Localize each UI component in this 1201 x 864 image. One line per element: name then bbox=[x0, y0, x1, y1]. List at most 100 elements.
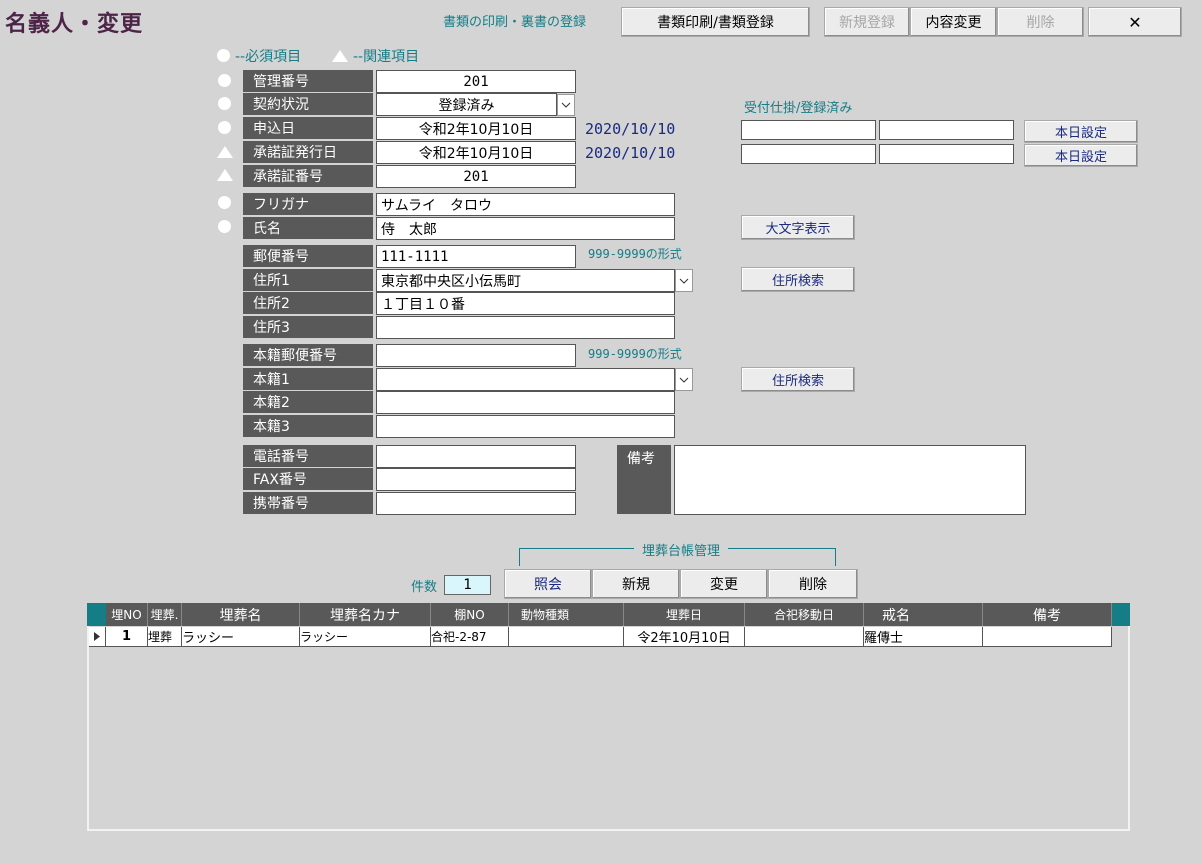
table-cell[interactable] bbox=[983, 627, 1112, 647]
phone-label: 電話番号 bbox=[243, 445, 373, 468]
address2-label: 住所2 bbox=[243, 292, 373, 315]
domicile-postal-field[interactable] bbox=[376, 344, 576, 367]
table-cell[interactable]: 合祀-2-87 bbox=[431, 627, 509, 647]
approval-no-field[interactable]: 201 bbox=[376, 165, 576, 188]
contract-status-dropdown[interactable] bbox=[557, 94, 575, 116]
row-selector[interactable] bbox=[89, 627, 106, 647]
large-text-button[interactable]: 大文字表示 bbox=[741, 215, 855, 240]
related-marker-icon bbox=[332, 50, 348, 62]
address1-dropdown[interactable] bbox=[675, 269, 693, 292]
close-icon: ✕ bbox=[1128, 12, 1142, 32]
management-no-field[interactable]: 201 bbox=[376, 70, 576, 93]
address-search-button-1[interactable]: 住所検索 bbox=[741, 267, 855, 292]
related-marker-icon bbox=[217, 146, 233, 158]
table-cell[interactable]: 羅傳士 bbox=[864, 627, 983, 647]
legend-required: --必須項目 bbox=[235, 49, 302, 65]
domicile2-field[interactable] bbox=[376, 391, 675, 414]
legend-related: --関連項目 bbox=[353, 49, 420, 65]
table-cell[interactable] bbox=[745, 627, 864, 647]
approval-issue-date-label: 承諾証発行日 bbox=[243, 141, 373, 164]
chevron-down-icon bbox=[679, 377, 689, 383]
col-header[interactable]: 埋NO bbox=[106, 603, 148, 626]
count-label: 件数 bbox=[411, 580, 438, 595]
required-marker-icon bbox=[218, 97, 231, 110]
table-cell[interactable]: 令2年10月10日 bbox=[624, 627, 745, 647]
fax-label: FAX番号 bbox=[243, 468, 373, 491]
domicile3-field[interactable] bbox=[376, 415, 675, 438]
domicile-postal-label: 本籍郵便番号 bbox=[243, 344, 373, 367]
print-caption: 書類の印刷・裏書の登録 bbox=[443, 15, 587, 30]
name-field[interactable]: 侍 太郎 bbox=[376, 217, 675, 240]
mobile-field[interactable] bbox=[376, 492, 576, 515]
address2-field[interactable]: １丁目１０番 bbox=[376, 292, 675, 315]
fax-field[interactable] bbox=[376, 468, 576, 491]
address-search-button-2[interactable]: 住所検索 bbox=[741, 367, 855, 392]
address3-field[interactable] bbox=[376, 316, 675, 339]
table-cell[interactable]: 1 bbox=[106, 627, 148, 647]
phone-field[interactable] bbox=[376, 445, 576, 468]
domicile2-label: 本籍2 bbox=[243, 391, 373, 414]
col-header[interactable]: 戒名 bbox=[864, 603, 983, 626]
burial-delete-button[interactable]: 削除 bbox=[768, 569, 858, 599]
grid-corner bbox=[87, 603, 106, 626]
contract-status-select[interactable]: 登録済み bbox=[376, 93, 557, 116]
approval-no-label: 承諾証番号 bbox=[243, 165, 373, 188]
application-status-field-2[interactable] bbox=[879, 120, 1014, 140]
management-no-label: 管理番号 bbox=[243, 70, 373, 93]
approval-status-field-1[interactable] bbox=[741, 144, 876, 164]
close-button[interactable]: ✕ bbox=[1088, 7, 1182, 37]
furigana-label: フリガナ bbox=[243, 193, 373, 216]
mobile-label: 携帯番号 bbox=[243, 492, 373, 515]
table-cell[interactable] bbox=[509, 627, 624, 647]
address1-field[interactable]: 東京都中央区小伝馬町 bbox=[376, 269, 675, 292]
new-register-button[interactable]: 新規登録 bbox=[824, 7, 910, 37]
table-cell[interactable]: ラッシー bbox=[182, 627, 300, 647]
required-marker-icon bbox=[218, 220, 231, 233]
edit-content-button[interactable]: 内容変更 bbox=[910, 7, 997, 37]
burial-edit-button[interactable]: 変更 bbox=[680, 569, 768, 599]
today-set-button-1[interactable]: 本日設定 bbox=[1024, 120, 1138, 143]
name-label: 氏名 bbox=[243, 217, 373, 240]
col-header[interactable]: 埋葬名カナ bbox=[300, 603, 431, 626]
col-header[interactable]: 棚NO bbox=[431, 603, 509, 626]
today-set-button-2[interactable]: 本日設定 bbox=[1024, 144, 1138, 167]
col-header[interactable]: 埋葬日 bbox=[624, 603, 745, 626]
col-header[interactable]: 埋葬名 bbox=[182, 603, 300, 626]
required-marker-icon bbox=[218, 121, 231, 134]
related-marker-icon bbox=[217, 169, 233, 181]
application-date-western: 2020/10/10 bbox=[585, 120, 676, 138]
domicile3-label: 本籍3 bbox=[243, 415, 373, 438]
domicile1-field[interactable] bbox=[376, 368, 675, 391]
domicile1-dropdown[interactable] bbox=[675, 368, 693, 391]
col-header[interactable]: 備考 bbox=[983, 603, 1112, 626]
required-marker-icon bbox=[218, 74, 231, 87]
inquiry-button[interactable]: 照会 bbox=[504, 569, 592, 599]
domicile-postal-hint: 999-9999の形式 bbox=[588, 347, 682, 361]
burial-group-caption: 埋葬台帳管理 bbox=[634, 540, 729, 559]
burial-new-button[interactable]: 新規 bbox=[592, 569, 680, 599]
furigana-field[interactable]: サムライ タロウ bbox=[376, 193, 675, 216]
approval-issue-date-field[interactable]: 令和2年10月10日 bbox=[376, 141, 576, 164]
count-value: 1 bbox=[444, 575, 491, 595]
postal-code-field[interactable]: 111-1111 bbox=[376, 245, 576, 268]
required-marker-icon bbox=[218, 196, 231, 209]
delete-button[interactable]: 削除 bbox=[997, 7, 1084, 37]
postal-code-hint: 999-9999の形式 bbox=[588, 247, 682, 261]
table-cell[interactable]: 埋葬 bbox=[148, 627, 182, 647]
table-cell[interactable]: ラッシー bbox=[300, 627, 431, 647]
print-register-button[interactable]: 書類印刷/書類登録 bbox=[621, 7, 810, 37]
col-header[interactable]: 埋葬. bbox=[148, 603, 182, 626]
approval-issue-date-western: 2020/10/10 bbox=[585, 144, 676, 162]
remarks-label: 備考 bbox=[617, 445, 671, 515]
status-caption: 受付仕掛/登録済み bbox=[744, 101, 853, 116]
contract-status-label: 契約状況 bbox=[243, 93, 373, 116]
application-date-label: 申込日 bbox=[243, 117, 373, 140]
remarks-field[interactable] bbox=[674, 445, 1026, 515]
address1-label: 住所1 bbox=[243, 269, 373, 292]
application-date-field[interactable]: 令和2年10月10日 bbox=[376, 117, 576, 140]
col-header[interactable]: 動物種類 bbox=[509, 603, 624, 626]
application-status-field-1[interactable] bbox=[741, 120, 876, 140]
approval-status-field-2[interactable] bbox=[879, 144, 1014, 164]
col-header[interactable]: 合祀移動日 bbox=[745, 603, 864, 626]
chevron-down-icon bbox=[561, 102, 571, 108]
